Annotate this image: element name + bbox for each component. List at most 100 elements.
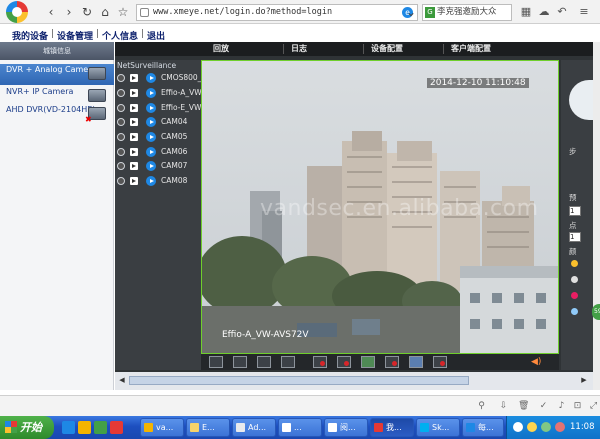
- live-play-icon[interactable]: [146, 73, 156, 83]
- tray-volume-icon[interactable]: [527, 422, 537, 432]
- nav-my-devices[interactable]: 我的设备: [12, 29, 48, 42]
- tray-app-icon[interactable]: [555, 422, 565, 432]
- tray-security-icon[interactable]: [541, 422, 551, 432]
- play-icon[interactable]: [130, 118, 138, 126]
- start-button[interactable]: 开始: [0, 416, 54, 439]
- menu-log[interactable]: 日志: [291, 42, 307, 56]
- tray-network-icon[interactable]: [513, 422, 523, 432]
- expand-icon[interactable]: ⤢: [588, 401, 599, 412]
- menu-playback[interactable]: 回放: [213, 42, 229, 56]
- address-bar[interactable]: www.xmeye.net/login.do?method=login e: [136, 4, 418, 21]
- record-icon[interactable]: [117, 89, 125, 97]
- play-icon[interactable]: [130, 133, 138, 141]
- contrast-icon[interactable]: [571, 276, 578, 283]
- play-icon[interactable]: [130, 148, 138, 156]
- nav-logout[interactable]: 退出: [147, 29, 165, 42]
- video-view[interactable]: vandsec.en.alibaba.com 2014-12-10 11:10:…: [201, 60, 559, 354]
- trash-icon[interactable]: 🗑: [518, 401, 529, 412]
- fullscreen-icon[interactable]: [209, 356, 223, 368]
- taskbar-item[interactable]: Ad...: [232, 418, 276, 437]
- browser-logo-icon[interactable]: [6, 1, 28, 23]
- point-value[interactable]: 1: [569, 232, 581, 242]
- quicklaunch-app-icon[interactable]: [94, 421, 107, 434]
- quicklaunch-folder-icon[interactable]: [78, 421, 91, 434]
- device-item-dvr-analog[interactable]: DVR + Analog Camera: [0, 64, 114, 85]
- home-icon[interactable]: ⌂: [98, 4, 112, 20]
- vertical-scrollbar[interactable]: [593, 42, 600, 390]
- camera-item[interactable]: CAM06: [117, 146, 201, 158]
- nav-personal-info[interactable]: 个人信息: [102, 29, 138, 42]
- layout-4-icon[interactable]: [257, 356, 271, 368]
- saturation-icon[interactable]: [571, 292, 578, 299]
- quicklaunch-media-icon[interactable]: [110, 421, 123, 434]
- brightness-icon[interactable]: [571, 260, 578, 267]
- volume-icon[interactable]: ◀): [531, 356, 545, 368]
- live-play-icon[interactable]: [146, 103, 156, 113]
- layout-1-icon[interactable]: [233, 356, 247, 368]
- camera-item[interactable]: CAM04: [117, 116, 201, 128]
- play-icon[interactable]: [130, 74, 138, 82]
- live-play-icon[interactable]: [146, 147, 156, 157]
- taskbar-clock[interactable]: 11:08: [570, 416, 595, 439]
- back-icon[interactable]: ‹: [44, 4, 58, 20]
- camera-item[interactable]: Effio-E_VW: [117, 102, 201, 114]
- ptz-knob-icon[interactable]: [569, 80, 593, 120]
- taskbar-item[interactable]: va...: [140, 418, 184, 437]
- device-item-ahd-dvr[interactable]: AHD DVR(VD-2104HE): [0, 104, 114, 125]
- play-icon[interactable]: [130, 89, 138, 97]
- camera-item[interactable]: CAM07: [117, 160, 201, 172]
- play-icon[interactable]: [130, 104, 138, 112]
- taskbar-item[interactable]: Sk...: [416, 418, 460, 437]
- dropdown-chevron-icon[interactable]: ⌄: [404, 4, 418, 20]
- taskbar-item[interactable]: E...: [186, 418, 230, 437]
- live-play-icon[interactable]: [146, 88, 156, 98]
- scroll-right-icon[interactable]: ▶: [579, 375, 589, 386]
- play-icon[interactable]: [130, 162, 138, 170]
- record-icon[interactable]: [117, 177, 125, 185]
- taskbar-item-active[interactable]: 我...: [370, 418, 414, 437]
- play-icon[interactable]: [130, 177, 138, 185]
- record-icon[interactable]: [117, 133, 125, 141]
- live-play-icon[interactable]: [146, 132, 156, 142]
- snapshot-icon[interactable]: [361, 356, 375, 368]
- camera-item[interactable]: Effio-A_VW: [117, 87, 201, 99]
- pin-icon[interactable]: ⚲: [476, 401, 487, 412]
- camera-item[interactable]: CMOS800_: [117, 72, 201, 84]
- menu-device-config[interactable]: 设备配置: [371, 42, 403, 56]
- apps-grid-icon[interactable]: ▦: [520, 5, 532, 19]
- nav-device-management[interactable]: 设备管理: [57, 29, 93, 42]
- live-play-icon[interactable]: [146, 176, 156, 186]
- stop-record-icon[interactable]: [337, 356, 351, 368]
- download-icon[interactable]: ⇩: [498, 401, 509, 412]
- cloud-icon[interactable]: ☁: [538, 5, 550, 19]
- scroll-thumb[interactable]: [129, 376, 469, 385]
- record-icon[interactable]: [117, 162, 125, 170]
- tree-root[interactable]: NetSurveillance: [117, 61, 176, 70]
- close-all-icon[interactable]: [385, 356, 399, 368]
- taskbar-item[interactable]: 每...: [462, 418, 504, 437]
- record-icon[interactable]: [117, 118, 125, 126]
- camera-item[interactable]: CAM08: [117, 175, 201, 187]
- hue-icon[interactable]: [571, 308, 578, 315]
- record-all-icon[interactable]: [313, 356, 327, 368]
- horizontal-scrollbar[interactable]: ◀ ▶: [115, 372, 593, 390]
- menu-client-config[interactable]: 客户端配置: [451, 42, 491, 56]
- side-float-badge[interactable]: 59: [592, 304, 600, 320]
- scroll-left-icon[interactable]: ◀: [117, 375, 127, 386]
- record-icon[interactable]: [117, 74, 125, 82]
- taskbar-item[interactable]: 阅...: [324, 418, 368, 437]
- menu-icon[interactable]: ≡: [578, 5, 590, 19]
- check-icon[interactable]: ✓: [538, 401, 549, 412]
- undo-icon[interactable]: ↶: [556, 5, 568, 19]
- preset-value[interactable]: 1: [569, 206, 581, 216]
- live-play-icon[interactable]: [146, 161, 156, 171]
- camera-item[interactable]: CAM05: [117, 131, 201, 143]
- live-play-icon[interactable]: [146, 117, 156, 127]
- zoom-icon[interactable]: ⊡: [572, 401, 583, 412]
- talk-icon[interactable]: [409, 356, 423, 368]
- sound-icon[interactable]: ♪: [556, 401, 567, 412]
- layout-9-icon[interactable]: [281, 356, 295, 368]
- forward-icon[interactable]: ›: [62, 4, 76, 20]
- record-icon[interactable]: [117, 148, 125, 156]
- bookmark-star-icon[interactable]: ☆: [116, 4, 130, 20]
